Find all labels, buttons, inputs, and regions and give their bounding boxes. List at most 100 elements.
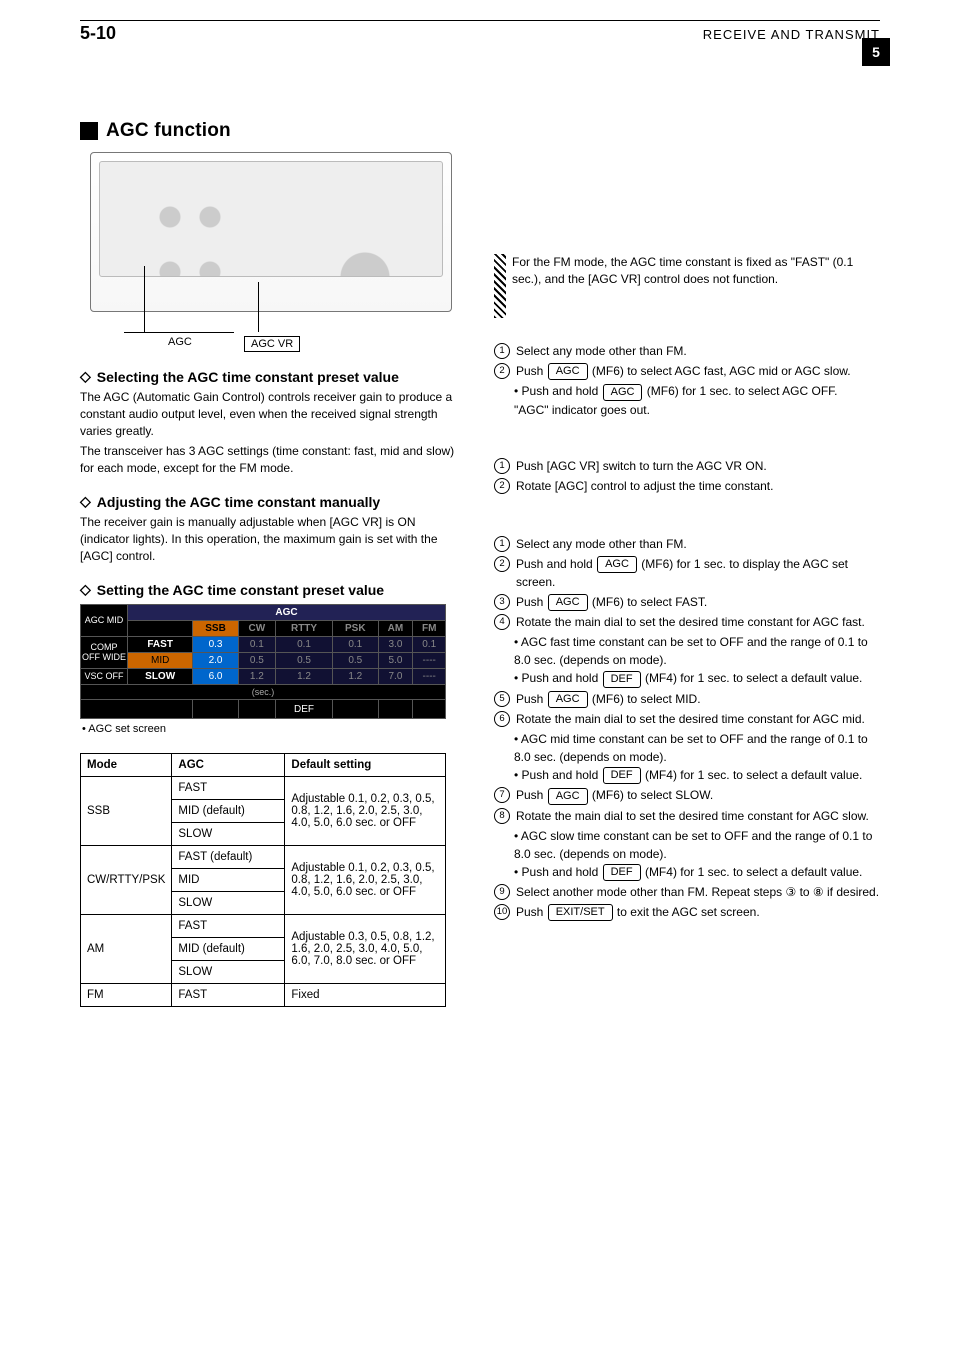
def-softkey: DEF [275, 700, 332, 719]
cell: ---- [413, 669, 446, 685]
row-slow: SLOW [128, 669, 193, 685]
cell: SLOW [172, 892, 285, 915]
subsection-title-2: Adjusting the AGC time constant manually [97, 494, 380, 510]
cell: MID (default) [172, 800, 285, 823]
softkey-agc: AGC [548, 691, 588, 708]
header-title: RECEIVE AND TRANSMIT [116, 27, 880, 42]
cell: SLOW [172, 823, 285, 846]
cell: FAST (default) [172, 846, 285, 869]
diamond-icon: ◇ [80, 581, 91, 598]
cell: 6.0 [193, 669, 238, 685]
th-mode: Mode [81, 754, 172, 777]
step-number-icon: 7 [494, 787, 510, 803]
cell: FAST [172, 915, 285, 938]
step-sub: Push and hold DEF (MF4) for 1 sec. to se… [514, 669, 880, 687]
range-am: Adjustable 0.3, 0.5, 0.8, 1.2, 1.6, 2.0,… [285, 915, 446, 984]
softkey-def: DEF [603, 864, 641, 881]
mode-ssb: SSB [81, 777, 172, 846]
col-psk: PSK [333, 621, 378, 637]
step-text: Select any mode other than FM. [516, 342, 687, 360]
step-sub: AGC slow time constant can be set to OFF… [514, 827, 880, 863]
intro-para-1: The AGC (Automatic Gain Control) control… [80, 389, 466, 440]
agc-set-screen: AGC MID AGC SSB CW RTTY PSK AM FM COMP O… [80, 604, 466, 735]
step-number-icon: 8 [494, 808, 510, 824]
steps-manual: 1 Push [AGC VR] switch to turn the AGC V… [494, 457, 880, 495]
hatch-icon [494, 254, 506, 318]
step-text: Push AGC (MF6) to select SLOW. [516, 786, 713, 804]
step-number-icon: 2 [494, 556, 510, 572]
softkey-agc: AGC [548, 363, 588, 380]
page-number: 5-10 [80, 23, 116, 44]
cell: 3.0 [378, 637, 413, 653]
range-cw: Adjustable 0.1, 0.2, 0.3, 0.5, 0.8, 1.2,… [285, 846, 446, 915]
step-text: Rotate [AGC] control to adjust the time … [516, 477, 773, 495]
agc-screen-caption: • AGC set screen [82, 723, 466, 735]
softkey-def: DEF [603, 767, 641, 784]
step-text: Push [AGC VR] switch to turn the AGC VR … [516, 457, 767, 475]
step-text: Rotate the main dial to set the desired … [516, 613, 865, 631]
subsection-title-1: Selecting the AGC time constant preset v… [97, 369, 399, 385]
col-am: AM [378, 621, 413, 637]
step-sub: Push and hold DEF (MF4) for 1 sec. to se… [514, 863, 880, 881]
cell: 0.1 [275, 637, 332, 653]
steps-set-preset: 1 Select any mode other than FM. 2 Push … [494, 535, 880, 922]
step-number-icon: 1 [494, 458, 510, 474]
note-box: For the FM mode, the AGC time constant i… [494, 254, 880, 288]
cell: 0.3 [193, 637, 238, 653]
col-rtty: RTTY [275, 621, 332, 637]
col-fm: FM [413, 621, 446, 637]
cell: FAST [172, 777, 285, 800]
row-fast: FAST [128, 637, 193, 653]
steps-select-preset: 1 Select any mode other than FM. 2 Push … [494, 342, 880, 419]
step-sub: AGC mid time constant can be set to OFF … [514, 730, 880, 766]
col-blank [128, 621, 193, 637]
col-cw: CW [238, 621, 275, 637]
cell: SLOW [172, 961, 285, 984]
cell: 0.5 [275, 653, 332, 669]
step-text: Push AGC (MF6) to select AGC fast, AGC m… [516, 362, 851, 380]
step-number-icon: 1 [494, 343, 510, 359]
step-number-icon: 3 [494, 594, 510, 610]
cell: MID [172, 869, 285, 892]
step-text: Select any mode other than FM. [516, 535, 687, 553]
cell: 1.2 [275, 669, 332, 685]
defaults-table: Mode AGC Default setting SSB FAST Adjust… [80, 753, 446, 1007]
side-label-comp: COMP OFF WIDE [81, 637, 128, 669]
side-label-vsc: VSC OFF [81, 669, 128, 685]
pointer-label-agc: AGC [168, 336, 192, 348]
softkey-exit: EXIT/SET [548, 904, 613, 921]
step-number-icon: 1 [494, 536, 510, 552]
cell: 5.0 [378, 653, 413, 669]
col-ssb: SSB [193, 621, 238, 637]
cell: MID (default) [172, 938, 285, 961]
cell: 0.1 [413, 637, 446, 653]
pointer-label-agcvr: AGC VR [244, 336, 300, 352]
step-number-icon: 4 [494, 614, 510, 630]
step-text: Select another mode other than FM. Repea… [516, 883, 879, 901]
cell: 2.0 [193, 653, 238, 669]
step-text: Push AGC (MF6) to select FAST. [516, 593, 707, 611]
intro-para-2: The transceiver has 3 AGC settings (time… [80, 443, 466, 477]
step-text: Push EXIT/SET to exit the AGC set screen… [516, 903, 760, 921]
chapter-tab: 5 [862, 38, 890, 66]
cell: 7.0 [378, 669, 413, 685]
step-number-icon: 5 [494, 691, 510, 707]
range-fm: Fixed [285, 984, 446, 1007]
step-text: Push AGC (MF6) to select MID. [516, 690, 701, 708]
subsection-title-3: Setting the AGC time constant preset val… [97, 582, 384, 598]
softkey-agc: AGC [603, 384, 643, 401]
mode-cw: CW/RTTY/PSK [81, 846, 172, 915]
step-sub: Push and hold DEF (MF4) for 1 sec. to se… [514, 766, 880, 784]
th-agc: AGC [172, 754, 285, 777]
mode-fm: FM [81, 984, 172, 1007]
agc-screen-title: AGC [128, 605, 446, 621]
diamond-icon: ◇ [80, 368, 91, 385]
step-number-icon: 9 [494, 884, 510, 900]
step-sub: "AGC" indicator goes out. [514, 401, 880, 419]
diamond-icon: ◇ [80, 493, 91, 510]
section-bullet-icon [80, 122, 98, 140]
softkey-agc: AGC [548, 594, 588, 611]
softkey-def: DEF [603, 671, 641, 688]
cell: 0.5 [238, 653, 275, 669]
cell: 0.5 [333, 653, 378, 669]
